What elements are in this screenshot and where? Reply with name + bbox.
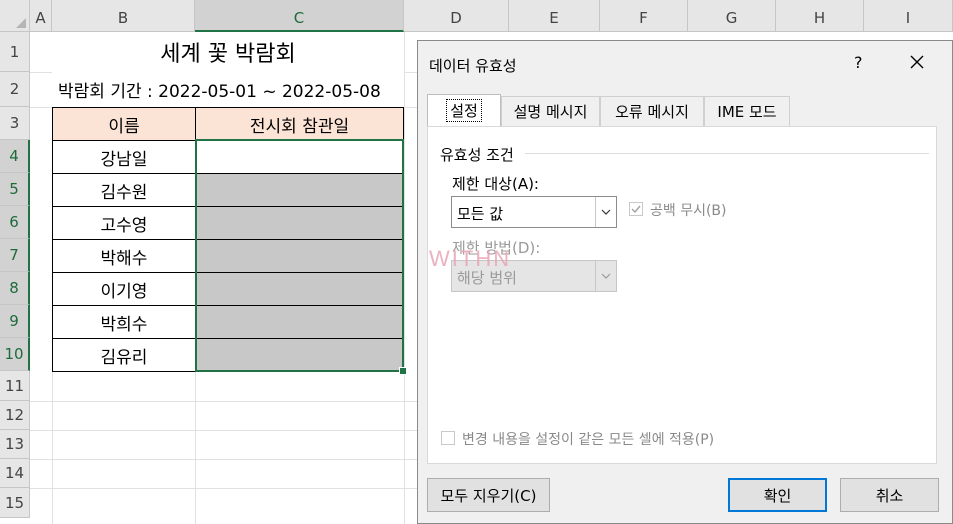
row-header-3[interactable]: 3	[0, 107, 30, 140]
row-header-11[interactable]: 11	[0, 371, 30, 401]
ignore-blank-label: 공백 무시(B)	[650, 203, 727, 219]
allow-value: 모든 값	[457, 205, 504, 223]
allow-label: 제한 대상(A):	[452, 175, 539, 193]
row-header-8[interactable]: 8	[0, 272, 30, 305]
exhibition-period[interactable]: 박람회 기간 : 2022-05-01 ~ 2022-05-08	[52, 72, 404, 107]
help-button[interactable]: ?	[854, 53, 863, 72]
ok-button[interactable]: 확인	[728, 478, 827, 512]
row-header-9[interactable]: 9	[0, 305, 30, 338]
allow-dropdown[interactable]: 모든 값	[451, 196, 617, 228]
validation-criteria-label: 유효성 조건	[440, 146, 514, 164]
close-icon[interactable]	[906, 51, 928, 73]
column-header-b[interactable]: B	[52, 0, 195, 32]
row-header-10[interactable]: 10	[0, 338, 30, 371]
apply-all-checkbox[interactable]	[441, 431, 455, 445]
row-header-7[interactable]: 7	[0, 239, 30, 272]
watermark-logo: WITHN	[429, 246, 512, 271]
column-header-g[interactable]: G	[688, 0, 776, 32]
name-cell[interactable]: 고수영	[52, 206, 196, 240]
date-cell[interactable]	[195, 206, 404, 240]
ignore-blank-checkbox[interactable]	[629, 202, 643, 216]
sheet-title[interactable]: 세계 꽃 박람회	[52, 32, 404, 72]
chevron-down-icon[interactable]	[595, 261, 616, 291]
cancel-button[interactable]: 취소	[840, 478, 939, 512]
name-cell[interactable]: 김수원	[52, 173, 196, 207]
column-header-a[interactable]: A	[30, 0, 52, 32]
date-cell[interactable]	[195, 173, 404, 207]
date-cell[interactable]	[195, 272, 404, 306]
column-header-c[interactable]: C	[195, 0, 404, 32]
settings-panel: 유효성 조건 제한 대상(A): 모든 값 공백 무시(B) 제한 방법(D):…	[427, 126, 937, 464]
name-cell[interactable]: 이기영	[52, 272, 196, 306]
chevron-down-icon[interactable]	[595, 197, 616, 227]
name-cell[interactable]: 김유리	[52, 338, 196, 372]
date-cell-active[interactable]	[195, 140, 404, 174]
group-divider	[525, 153, 929, 154]
row-header-2[interactable]: 2	[0, 72, 30, 107]
row-header-12[interactable]: 12	[0, 401, 30, 430]
column-header-i[interactable]: I	[864, 0, 953, 32]
header-name-cell[interactable]: 이름	[52, 107, 196, 141]
tab-input-message[interactable]: 설명 메시지	[501, 96, 600, 126]
date-cell[interactable]	[195, 338, 404, 372]
row-header-6[interactable]: 6	[0, 206, 30, 239]
select-all-corner[interactable]	[0, 0, 30, 32]
name-cell[interactable]: 강남일	[52, 140, 196, 174]
row-header-5[interactable]: 5	[0, 173, 30, 206]
header-date-cell[interactable]: 전시회 참관일	[195, 107, 404, 141]
tab-error-alert[interactable]: 오류 메시지	[600, 96, 704, 126]
clear-all-button[interactable]: 모두 지우기(C)	[427, 478, 550, 512]
data-validation-dialog: 데이터 유효성 ? 설정 설명 메시지 오류 메시지 IME 모드 유효성 조건…	[417, 40, 953, 524]
tab-settings[interactable]: 설정	[427, 94, 501, 126]
row-header-14[interactable]: 14	[0, 459, 30, 488]
row-header-13[interactable]: 13	[0, 430, 30, 459]
row-header-4[interactable]: 4	[0, 140, 30, 173]
dialog-title: 데이터 유효성	[429, 57, 517, 75]
column-header-d[interactable]: D	[404, 0, 509, 32]
row-header-15[interactable]: 15	[0, 488, 30, 518]
date-cell[interactable]	[195, 239, 404, 273]
apply-all-label: 변경 내용을 설정이 같은 모든 셀에 적용(P)	[462, 432, 715, 448]
tab-ime-mode[interactable]: IME 모드	[704, 96, 790, 126]
column-header-f[interactable]: F	[600, 0, 688, 32]
gridline	[404, 32, 405, 524]
column-header-e[interactable]: E	[509, 0, 600, 32]
name-cell[interactable]: 박희수	[52, 305, 196, 339]
date-cell[interactable]	[195, 305, 404, 339]
fill-handle[interactable]	[399, 367, 407, 375]
column-header-h[interactable]: H	[776, 0, 864, 32]
name-cell[interactable]: 박해수	[52, 239, 196, 273]
row-header-1[interactable]: 1	[0, 32, 30, 72]
